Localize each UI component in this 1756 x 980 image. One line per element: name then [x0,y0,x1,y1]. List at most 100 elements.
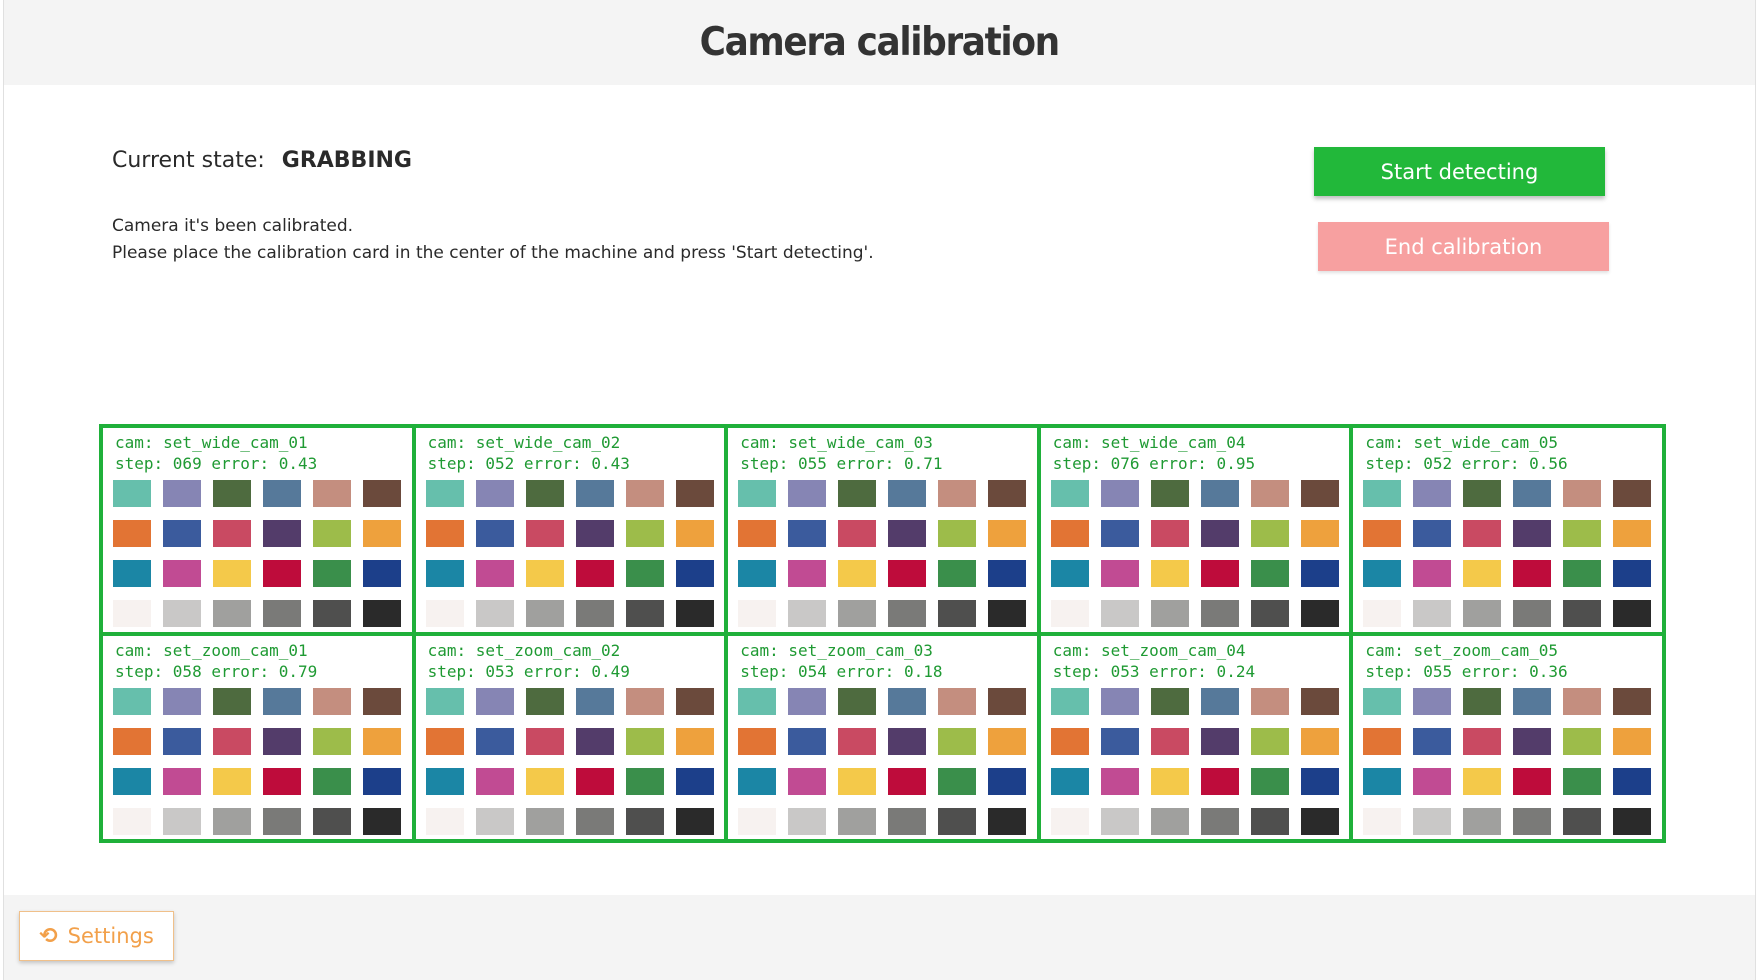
color-swatch [1200,727,1239,755]
color-swatch [788,727,827,755]
color-swatch [1463,520,1502,547]
color-swatch [788,600,827,627]
color-swatch [838,767,877,795]
capture-stats: step: 054 error: 0.18 [740,661,943,681]
color-swatch [575,560,614,587]
color-swatch [1150,520,1189,547]
color-swatch [425,767,464,795]
color-swatch [313,600,351,627]
color-swatch [675,727,714,755]
color-swatch [113,727,151,755]
color-swatch [888,687,927,715]
color-swatch [1250,520,1289,547]
color-swatch [1050,560,1089,587]
color-swatch [1563,727,1602,755]
color-swatch [163,600,201,627]
color-swatch [788,520,827,547]
color-swatch [163,480,201,507]
capture-label: cam: set_wide_cam_04 step: 076 error: 0.9… [1053,432,1255,474]
color-swatch [1250,767,1289,795]
color-swatch [363,807,401,835]
capture-tile: cam: set_wide_cam_02 step: 052 error: 0.4… [415,428,725,632]
status-message: Camera it's been calibrated. Please plac… [112,213,874,267]
state-label: Current state: [112,148,265,173]
color-swatch [575,767,614,795]
capture-cam-name: cam: set_wide_cam_03 [740,433,933,452]
color-swatch [1100,767,1139,795]
capture-grid: cam: set_wide_cam_01 step: 069 error: 0.4… [99,424,1666,843]
color-swatch [675,520,714,547]
color-swatch [113,687,151,715]
message-line-2: Please place the calibration card in the… [112,243,874,263]
capture-label: cam: set_wide_cam_05 step: 052 error: 0.5… [1365,432,1567,474]
color-swatch [988,560,1027,587]
color-swatch [163,687,201,715]
color-swatch [888,767,927,795]
settings-button[interactable]: ⟲ Settings [19,911,174,961]
color-swatch [475,767,514,795]
color-chart [425,687,714,835]
color-swatch [888,560,927,587]
color-swatch [938,560,977,587]
color-swatch [1513,520,1552,547]
color-swatch [1250,727,1289,755]
color-swatch [1200,600,1239,627]
color-swatch [1363,807,1402,835]
start-detecting-button[interactable]: Start detecting [1314,147,1605,196]
color-swatch [1463,767,1502,795]
color-swatch [1150,727,1189,755]
color-swatch [1563,480,1602,507]
color-swatch [313,727,351,755]
color-swatch [625,727,664,755]
color-swatch [263,807,301,835]
color-swatch [263,600,301,627]
color-swatch [1363,600,1402,627]
capture-cam-name: cam: set_wide_cam_01 [115,433,308,452]
capture-cam-name: cam: set_wide_cam_05 [1365,433,1559,452]
color-swatch [675,767,714,795]
color-swatch [1100,687,1139,715]
footer-bar: ⟲ Settings [4,895,1755,980]
color-swatch [838,600,877,627]
color-swatch [1050,600,1089,627]
color-swatch [363,600,401,627]
capture-stats: step: 055 error: 0.71 [740,454,943,473]
color-swatch [1363,480,1402,507]
end-calibration-button[interactable]: End calibration [1318,222,1609,271]
capture-label: cam: set_wide_cam_03 step: 055 error: 0.7… [740,432,942,474]
color-swatch [475,480,514,507]
color-swatch [163,560,201,587]
color-swatch [575,520,614,547]
color-swatch [1413,600,1452,627]
color-swatch [425,480,464,507]
color-swatch [1150,600,1189,627]
color-swatch [475,560,514,587]
color-swatch [738,687,777,715]
color-swatch [1250,480,1289,507]
color-swatch [1100,600,1139,627]
color-chart [113,687,401,835]
color-swatch [1463,480,1502,507]
color-swatch [988,767,1027,795]
capture-cam-name: cam: set_zoom_cam_01 [115,640,308,660]
color-swatch [525,600,564,627]
color-swatch [113,767,151,795]
color-swatch [575,807,614,835]
color-swatch [1150,687,1189,715]
color-swatch [113,807,151,835]
color-swatch [625,600,664,627]
color-swatch [1413,480,1452,507]
color-swatch [1100,727,1139,755]
color-swatch [313,767,351,795]
color-chart [425,480,714,627]
color-swatch [1300,767,1339,795]
color-swatch [788,767,827,795]
capture-tile: cam: set_zoom_cam_04 step: 053 error: 0.2… [1040,635,1350,839]
color-swatch [625,560,664,587]
capture-cam-name: cam: set_zoom_cam_02 [427,640,621,660]
capture-label: cam: set_wide_cam_01 step: 069 error: 0.4… [115,432,317,474]
color-swatch [625,480,664,507]
color-swatch [738,480,777,507]
color-swatch [1563,767,1602,795]
color-swatch [988,687,1027,715]
